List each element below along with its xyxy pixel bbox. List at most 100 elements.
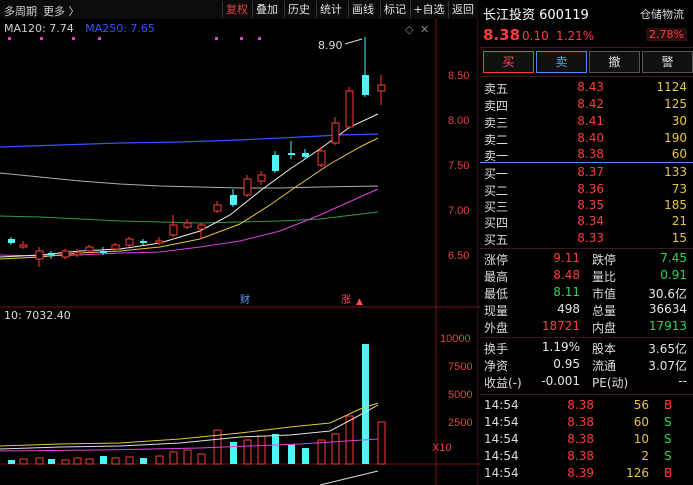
stat-label: 量比 bbox=[592, 270, 617, 284]
volume-unit: X10 bbox=[432, 442, 452, 454]
stat-label: 流通 bbox=[592, 359, 617, 373]
ask-price: 8.40 bbox=[577, 131, 604, 145]
cancel-order-button[interactable]: 撤 bbox=[589, 51, 640, 73]
bid-label: 买三 bbox=[484, 200, 509, 214]
ask-label: 卖五 bbox=[484, 82, 509, 96]
bid-price: 8.34 bbox=[577, 214, 604, 228]
ask-volume: 30 bbox=[671, 114, 687, 128]
price-tick: 8.50 bbox=[448, 70, 469, 82]
ma250-line bbox=[0, 133, 379, 148]
candle-body bbox=[302, 153, 309, 157]
mark-button[interactable]: 标记 bbox=[380, 1, 409, 18]
ask-label: 卖四 bbox=[484, 99, 509, 113]
volume-bar bbox=[48, 459, 55, 464]
candle-body bbox=[257, 174, 266, 182]
ask-row[interactable]: 卖三 8.41 30 bbox=[484, 114, 689, 131]
draw-line-button[interactable]: 画线 bbox=[348, 1, 377, 18]
trade-tick-row: 14:54 8.38 56 B bbox=[484, 398, 689, 415]
bid-price: 8.33 bbox=[577, 231, 604, 245]
back-button[interactable]: 返回 bbox=[448, 1, 477, 18]
finance-marker[interactable]: 财 bbox=[240, 293, 250, 306]
more-menu[interactable]: 更多 〉 bbox=[43, 3, 80, 19]
bid-label: 买一 bbox=[484, 167, 509, 181]
diamond-icon[interactable]: ◇ bbox=[405, 23, 414, 36]
bid-row[interactable]: 买一 8.37 133 bbox=[484, 165, 689, 182]
candle-body bbox=[345, 90, 354, 128]
tick-volume: 10 bbox=[633, 432, 649, 446]
sector-tag[interactable]: 仓储物流 bbox=[640, 6, 684, 22]
bid-row[interactable]: 买二 8.36 73 bbox=[484, 182, 689, 199]
sector-change-pct: 2.78% bbox=[646, 28, 687, 41]
candle-body bbox=[100, 251, 107, 253]
rise-marker[interactable]: 涨 bbox=[341, 294, 351, 306]
stat-value: 18721 bbox=[541, 319, 580, 333]
ask-row[interactable]: 卖四 8.42 125 bbox=[484, 97, 689, 114]
tick-price: 8.38 bbox=[567, 432, 594, 446]
volume-bar bbox=[73, 457, 82, 465]
candle-body bbox=[125, 238, 134, 246]
ma60-line bbox=[0, 211, 379, 224]
stat-label: 总量 bbox=[592, 304, 617, 318]
volume-bars bbox=[8, 344, 386, 465]
event-markers bbox=[8, 37, 261, 40]
volume-bar bbox=[85, 458, 94, 465]
stock-name: 长江投资 600119 bbox=[483, 8, 589, 23]
candle-body bbox=[48, 253, 55, 255]
sell-button[interactable]: 卖 bbox=[536, 51, 587, 73]
bid-volume: 133 bbox=[664, 165, 687, 179]
price-tick: 6.50 bbox=[448, 250, 469, 262]
high-arrow bbox=[344, 38, 363, 45]
ask-row[interactable]: 卖五 8.43 1124 bbox=[484, 80, 689, 97]
stat-label: 收益(-) bbox=[484, 376, 522, 390]
close-icon[interactable]: ✕ bbox=[420, 23, 429, 36]
trade-tick-row: 14:54 8.38 60 S bbox=[484, 415, 689, 432]
tick-price: 8.38 bbox=[567, 398, 594, 412]
bid-row[interactable]: 买四 8.34 21 bbox=[484, 214, 689, 231]
ask-volume: 125 bbox=[664, 97, 687, 111]
fuquan-button[interactable]: 复权 bbox=[222, 1, 251, 18]
history-button[interactable]: 历史 bbox=[284, 1, 313, 18]
candle-body bbox=[85, 246, 94, 252]
stat-row: 换手 1.19% 股本 3.65亿 bbox=[484, 340, 689, 357]
candle-body bbox=[377, 84, 386, 92]
volume-bar bbox=[8, 460, 15, 464]
stat-value: 30.6亿 bbox=[648, 287, 687, 301]
volume-bar bbox=[230, 442, 237, 464]
price-alert-button[interactable]: 警 bbox=[642, 51, 693, 73]
bid-row[interactable]: 买三 8.35 185 bbox=[484, 198, 689, 215]
stat-row: 涨停 9.11 跌停 7.45 bbox=[484, 251, 689, 268]
volume-bar bbox=[125, 456, 134, 465]
volume-bar bbox=[61, 459, 70, 465]
bid-label: 买五 bbox=[484, 233, 509, 247]
volume-bar bbox=[197, 453, 206, 465]
stat-value: -0.001 bbox=[541, 374, 580, 388]
bid-price: 8.37 bbox=[577, 165, 604, 179]
ask-row[interactable]: 卖二 8.40 190 bbox=[484, 131, 689, 148]
volume-label: 10: 7032.40 bbox=[4, 309, 71, 322]
stat-row: 现量 498 总量 36634 bbox=[484, 302, 689, 319]
overlay-button[interactable]: 叠加 bbox=[252, 1, 281, 18]
period-selector[interactable]: 多周期 bbox=[4, 3, 37, 19]
tick-side: B bbox=[664, 466, 673, 480]
candle-body bbox=[272, 155, 279, 171]
statistics-button[interactable]: 统计 bbox=[316, 1, 345, 18]
stat-value: 8.11 bbox=[553, 285, 580, 299]
candle-body bbox=[61, 250, 70, 258]
volume-bar bbox=[169, 451, 178, 465]
trade-tick-row: 14:54 8.39 126 B bbox=[484, 466, 689, 483]
buy-button[interactable]: 买 bbox=[483, 51, 534, 73]
kline-chart[interactable]: ◇ ✕ 8.90 8.50 8.00 7.50 7.00 6.50 财 涨 ▲ … bbox=[0, 19, 480, 485]
tick-price: 8.38 bbox=[567, 449, 594, 463]
stat-label: 最低 bbox=[484, 287, 509, 301]
volume-bar bbox=[345, 415, 354, 465]
tick-side: S bbox=[664, 432, 672, 446]
volume-bar bbox=[257, 435, 266, 465]
bid-row[interactable]: 买五 8.33 15 bbox=[484, 231, 689, 248]
stat-label: 外盘 bbox=[484, 321, 509, 335]
stat-row: 最高 8.48 量比 0.91 bbox=[484, 268, 689, 285]
tick-time: 14:54 bbox=[484, 466, 519, 480]
stat-label: 涨停 bbox=[484, 253, 509, 267]
stat-value: 9.11 bbox=[553, 251, 580, 265]
add-watchlist-button[interactable]: +自选 bbox=[410, 1, 447, 18]
volume-bar bbox=[35, 457, 44, 465]
